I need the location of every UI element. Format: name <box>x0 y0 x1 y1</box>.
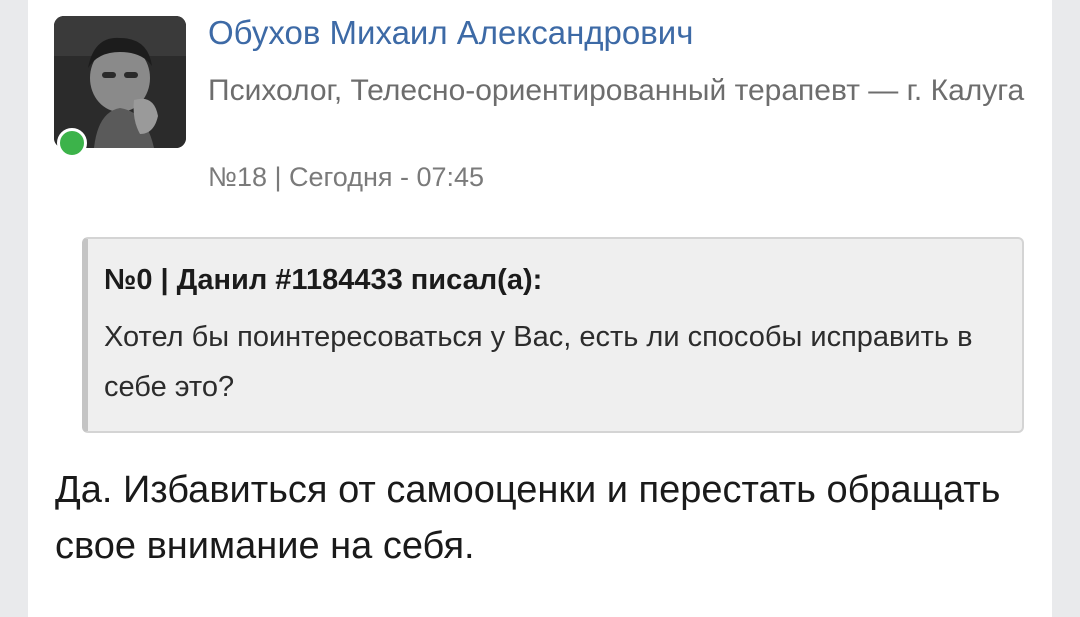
author-name-link[interactable]: Обухов Михаил Александрович <box>208 14 693 52</box>
online-status-icon <box>57 128 87 158</box>
quote-text: Хотел бы поинтересоваться у Вас, есть ли… <box>104 321 973 403</box>
post-meta: №18 | Сегодня - 07:45 <box>208 162 485 192</box>
author-title: Психолог, Телесно-ориентированный терапе… <box>208 74 1025 107</box>
reply-text: Да. Избавиться от самооценки и перестать… <box>55 469 1001 567</box>
quote-header: №0 | Данил #1184433 писал(а): <box>104 264 543 296</box>
